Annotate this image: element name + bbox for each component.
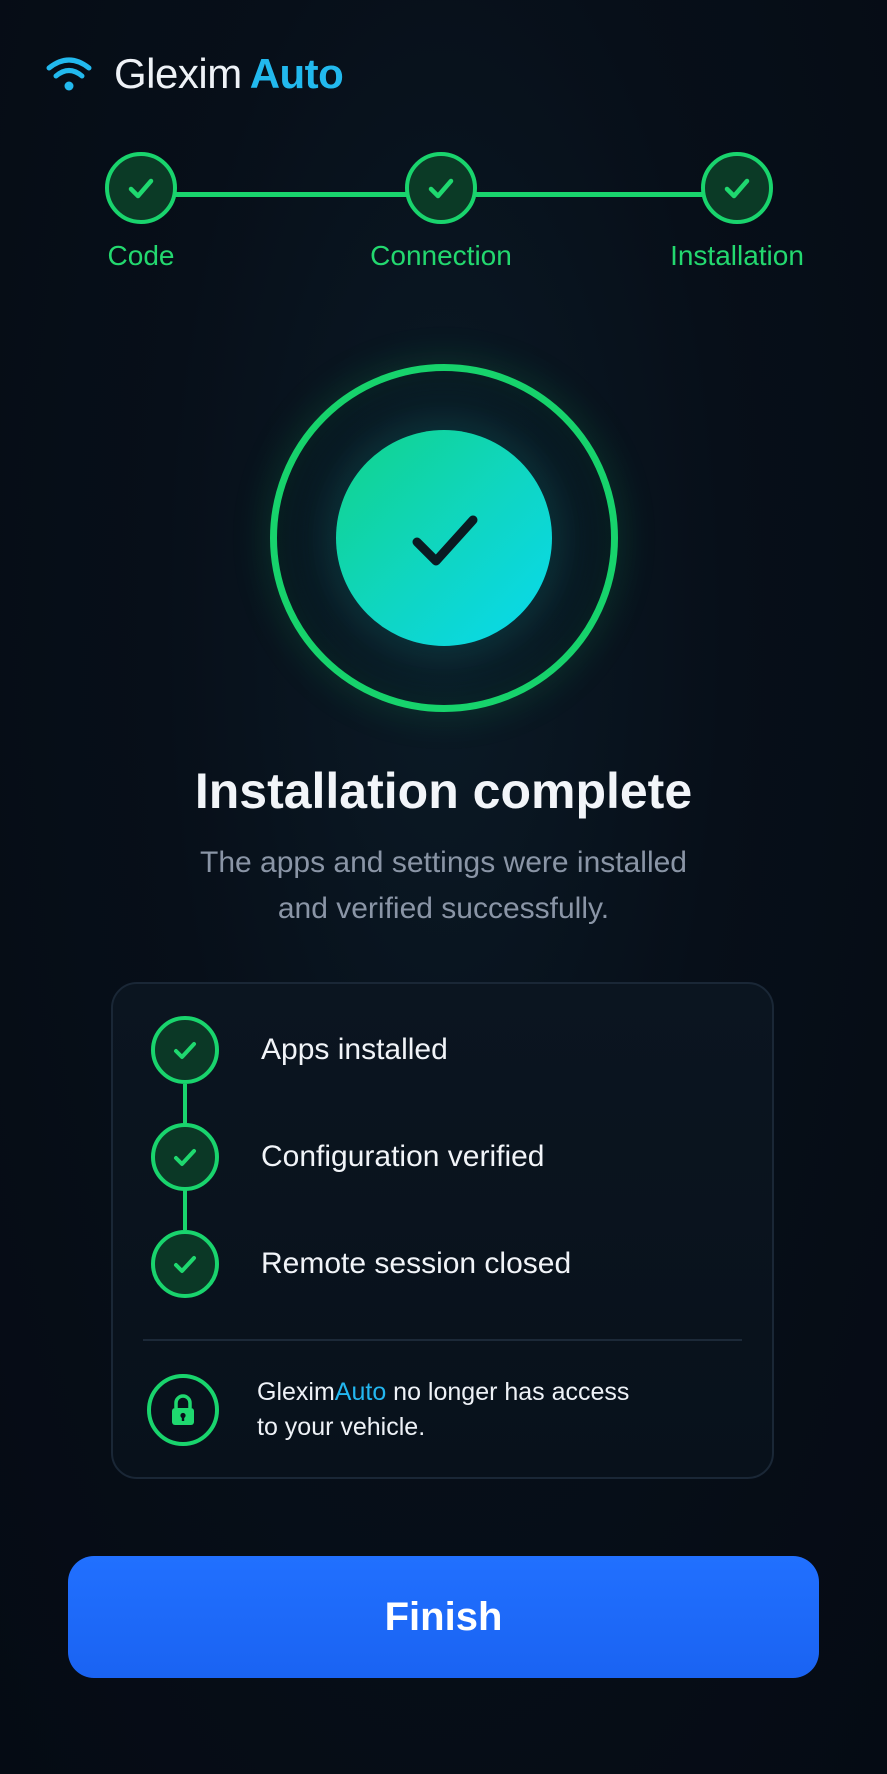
checklist-item-apps: Apps installed (151, 1014, 448, 1086)
checklist-connector (183, 1084, 187, 1124)
card-divider (143, 1339, 742, 1341)
item-complete-indicator (151, 1230, 219, 1298)
page-subtitle: The apps and settings were installed and… (150, 840, 737, 932)
app-header: Glexim Auto (46, 46, 344, 102)
lock-icon (172, 1394, 194, 1425)
progress-stepper: Code Connection Installation (0, 152, 887, 292)
check-icon (174, 1256, 196, 1273)
check-icon (174, 1042, 196, 1059)
step-complete-indicator (701, 152, 773, 224)
brand-name: Glexim (114, 50, 242, 97)
finish-button[interactable]: Finish (68, 1556, 819, 1678)
step-label: Installation (670, 240, 804, 271)
access-notice-text: GleximAuto no longer has access to your … (257, 1375, 677, 1445)
notice-brand-accent: Auto (334, 1378, 387, 1406)
subtitle-line: and verified successfully. (277, 892, 610, 925)
check-icon (128, 178, 154, 199)
step-label: Code (107, 240, 175, 271)
wifi-icon (46, 57, 92, 91)
success-badge (270, 364, 618, 712)
brand-logo: Glexim Auto (114, 50, 344, 98)
step-complete-indicator (405, 152, 477, 224)
checklist-connector (183, 1190, 187, 1230)
app-root: GleximAuto Code Connection Installation (0, 0, 887, 1774)
checklist-item-label: Remote session closed (261, 1247, 572, 1280)
page-title: Installation complete (194, 763, 693, 819)
notice-line: GleximAuto no longer has access (257, 1375, 677, 1410)
status-card: Apps installed Configuration verified Re… (111, 982, 774, 1479)
step-complete-indicator (105, 152, 177, 224)
check-icon (724, 178, 750, 199)
step-code: Code (31, 152, 251, 272)
notice-line: to your vehicle. (257, 1413, 426, 1441)
notice-text-part: no longer has access (386, 1378, 630, 1406)
item-complete-indicator (151, 1016, 219, 1084)
checklist-item-label: Configuration verified (261, 1140, 545, 1173)
subtitle-line: The apps and settings were installed (200, 846, 687, 879)
step-connection: Connection (331, 152, 551, 272)
item-complete-indicator (151, 1123, 219, 1191)
check-icon (174, 1149, 196, 1166)
notice-brand-name: Glexim (257, 1378, 335, 1406)
brand-name-accent: Auto (249, 50, 344, 97)
access-notice: GleximAuto no longer has access to your … (147, 1370, 677, 1450)
checklist-item-label: Apps installed (261, 1033, 448, 1066)
checklist-item-session: Remote session closed (151, 1228, 571, 1300)
check-icon (428, 178, 454, 199)
check-icon (412, 515, 478, 566)
step-label: Connection (370, 240, 512, 271)
success-circle (336, 430, 552, 646)
checklist-item-configuration: Configuration verified (151, 1121, 545, 1193)
lock-badge (147, 1374, 219, 1446)
step-installation: Installation (627, 152, 847, 272)
